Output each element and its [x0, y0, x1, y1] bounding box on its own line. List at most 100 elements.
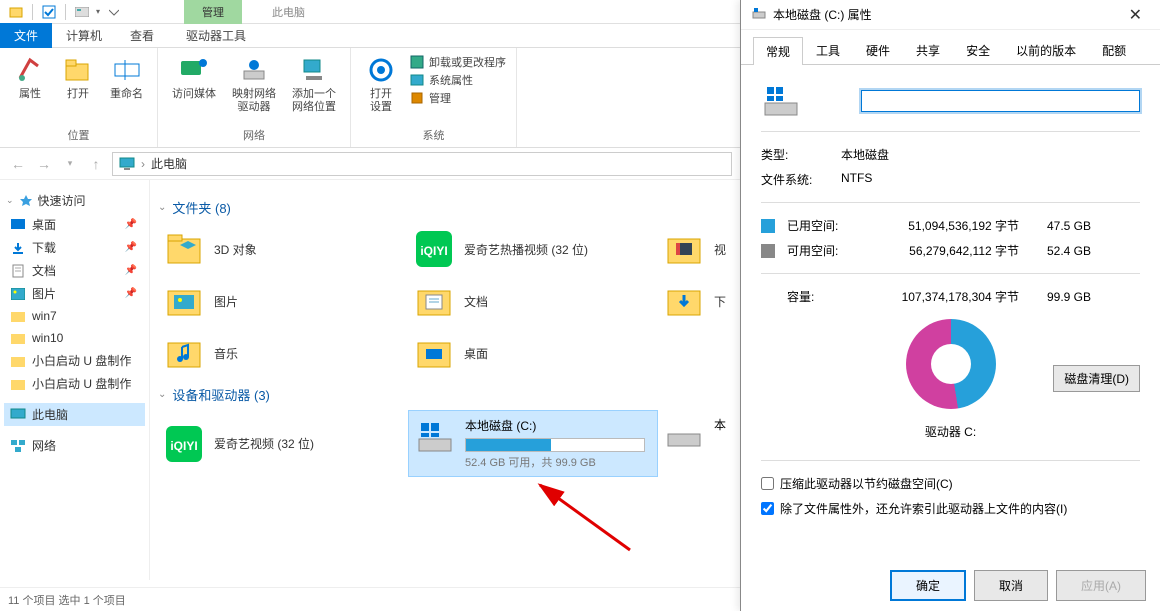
- manage-item[interactable]: 管理: [409, 90, 506, 106]
- access-media-button[interactable]: 访问媒体: [168, 52, 220, 103]
- dialog-title-text: 本地磁盘 (C:) 属性: [773, 6, 872, 23]
- ribbon-group-system: 打开 设置 卸载或更改程序 系统属性 管理 系统: [351, 48, 517, 147]
- tab-hardware[interactable]: 硬件: [853, 36, 903, 64]
- map-drive-button[interactable]: 映射网络 驱动器: [228, 52, 280, 116]
- sidebar-item-network[interactable]: 网络: [4, 434, 145, 457]
- nav-history-icon[interactable]: ▾: [60, 154, 80, 174]
- dialog-body: 类型:本地磁盘 文件系统:NTFS 已用空间: 51,094,536,192 字…: [741, 65, 1160, 537]
- pin-icon: 📌: [125, 219, 137, 230]
- nav-forward-icon[interactable]: →: [34, 154, 54, 174]
- drive-large-icon: [761, 81, 801, 121]
- sidebar-item-documents[interactable]: 文档📌: [4, 259, 145, 282]
- pie-chart: [761, 309, 1140, 419]
- folder-icon[interactable]: [8, 4, 24, 20]
- pin-icon: 📌: [125, 265, 137, 276]
- dialog-buttons: 确定 取消 应用(A): [890, 570, 1146, 601]
- star-icon: [18, 193, 34, 209]
- navigation-pane: ⌄ 快速访问 桌面📌 下载📌 文档📌 图片📌 win7 win10 小白启动 U…: [0, 180, 150, 580]
- drive-icon: [664, 416, 704, 456]
- dialog-titlebar: 本地磁盘 (C:) 属性 ✕: [741, 0, 1160, 30]
- index-checkbox[interactable]: [761, 502, 774, 515]
- close-button[interactable]: ✕: [1121, 3, 1150, 27]
- folder-icon: [10, 330, 26, 346]
- sidebar-item-downloads[interactable]: 下载📌: [4, 236, 145, 259]
- checkbox-icon[interactable]: [41, 4, 57, 20]
- type-value: 本地磁盘: [841, 146, 1140, 163]
- sidebar-item-desktop[interactable]: 桌面📌: [4, 213, 145, 236]
- folder-icon: [10, 308, 26, 324]
- sidebar-item-win7[interactable]: win7: [4, 305, 145, 327]
- open-button[interactable]: 打开: [58, 52, 98, 103]
- rename-button[interactable]: 重命名: [106, 52, 147, 103]
- open-settings-button[interactable]: 打开 设置: [361, 52, 401, 116]
- properties-button[interactable]: 属性: [10, 52, 50, 103]
- drive-small-icon[interactable]: [74, 4, 90, 20]
- address-text: 此电脑: [151, 155, 187, 172]
- tab-previous[interactable]: 以前的版本: [1003, 36, 1089, 64]
- volume-label-input[interactable]: [861, 90, 1140, 112]
- drive-c[interactable]: 本地磁盘 (C:) 52.4 GB 可用，共 99.9 GB: [408, 410, 658, 477]
- picture-icon: [10, 286, 26, 302]
- tab-drive-tools[interactable]: 驱动器工具: [172, 23, 260, 48]
- uninstall-item[interactable]: 卸载或更改程序: [409, 54, 506, 70]
- tab-file[interactable]: 文件: [0, 23, 52, 48]
- tab-security[interactable]: 安全: [953, 36, 1003, 64]
- compress-checkbox-row[interactable]: 压缩此驱动器以节约磁盘空间(C): [761, 471, 1140, 496]
- address-bar[interactable]: › 此电脑: [112, 152, 732, 176]
- ribbon-group-location: 属性 打开 重命名 位置: [0, 48, 158, 147]
- add-network-button[interactable]: 添加一个 网络位置: [288, 52, 340, 116]
- compress-checkbox[interactable]: [761, 477, 774, 490]
- sys-props-item[interactable]: 系统属性: [409, 72, 506, 88]
- tab-general[interactable]: 常规: [753, 37, 803, 65]
- ok-button[interactable]: 确定: [890, 570, 966, 601]
- group-label-system: 系统: [423, 125, 445, 145]
- drive-partial[interactable]: 本: [658, 410, 718, 477]
- folder-icon: [10, 376, 26, 392]
- folder-desktop[interactable]: 桌面: [408, 327, 658, 379]
- group-label-network: 网络: [243, 125, 265, 145]
- sidebar-item-win10[interactable]: win10: [4, 327, 145, 349]
- monitor-icon: [119, 156, 135, 172]
- sidebar-item-usb1[interactable]: 小白启动 U 盘制作: [4, 349, 145, 372]
- tab-sharing[interactable]: 共享: [903, 36, 953, 64]
- svg-text:iQIYI: iQIYI: [170, 439, 197, 453]
- drive-subtext: 52.4 GB 可用，共 99.9 GB: [465, 454, 651, 470]
- qat-customize-icon[interactable]: [106, 4, 122, 20]
- context-tab-manage[interactable]: 管理: [184, 0, 242, 24]
- quick-access-header[interactable]: ⌄ 快速访问: [4, 188, 145, 213]
- nav-up-icon[interactable]: ↑: [86, 154, 106, 174]
- folder-pictures[interactable]: 图片: [158, 275, 408, 327]
- group-label-location: 位置: [68, 125, 90, 145]
- folder-iqiyi[interactable]: iQIYI爱奇艺热播视频 (32 位): [408, 223, 658, 275]
- index-checkbox-row[interactable]: 除了文件属性外，还允许索引此驱动器上文件的内容(I): [761, 496, 1140, 521]
- tab-computer[interactable]: 计算机: [52, 23, 116, 48]
- drive-icon: [415, 417, 455, 457]
- disk-cleanup-button[interactable]: 磁盘清理(D): [1053, 365, 1140, 392]
- folder-documents[interactable]: 文档: [408, 275, 658, 327]
- type-label: 类型:: [761, 146, 841, 163]
- tab-tools[interactable]: 工具: [803, 36, 853, 64]
- used-space-row: 已用空间: 51,094,536,192 字节 47.5 GB: [761, 213, 1140, 238]
- properties-dialog: 本地磁盘 (C:) 属性 ✕ 常规 工具 硬件 共享 安全 以前的版本 配额 类…: [740, 0, 1160, 611]
- sidebar-item-pictures[interactable]: 图片📌: [4, 282, 145, 305]
- folder-music[interactable]: 音乐: [158, 327, 408, 379]
- tab-quota[interactable]: 配额: [1089, 36, 1139, 64]
- pin-icon: 📌: [125, 242, 137, 253]
- sidebar-item-thispc[interactable]: 此电脑: [4, 403, 145, 426]
- monitor-icon: [10, 407, 26, 423]
- drive-iqiyi[interactable]: iQIYI爱奇艺视频 (32 位): [158, 410, 408, 477]
- free-space-row: 可用空间: 56,279,642,112 字节 52.4 GB: [761, 238, 1140, 263]
- drive-usage-bar: [465, 438, 645, 452]
- used-swatch: [761, 219, 775, 233]
- sidebar-item-usb2[interactable]: 小白启动 U 盘制作: [4, 372, 145, 395]
- tab-view[interactable]: 查看: [116, 23, 168, 48]
- context-label-thispc: 此电脑: [272, 4, 305, 20]
- document-icon: [10, 263, 26, 279]
- cancel-button[interactable]: 取消: [974, 570, 1048, 601]
- nav-back-icon[interactable]: ←: [8, 154, 28, 174]
- qat-dropdown-icon[interactable]: ▾: [96, 7, 100, 16]
- network-icon: [10, 438, 26, 454]
- svg-text:iQIYI: iQIYI: [420, 244, 447, 258]
- folder-3d[interactable]: 3D 对象: [158, 223, 408, 275]
- apply-button[interactable]: 应用(A): [1056, 570, 1146, 601]
